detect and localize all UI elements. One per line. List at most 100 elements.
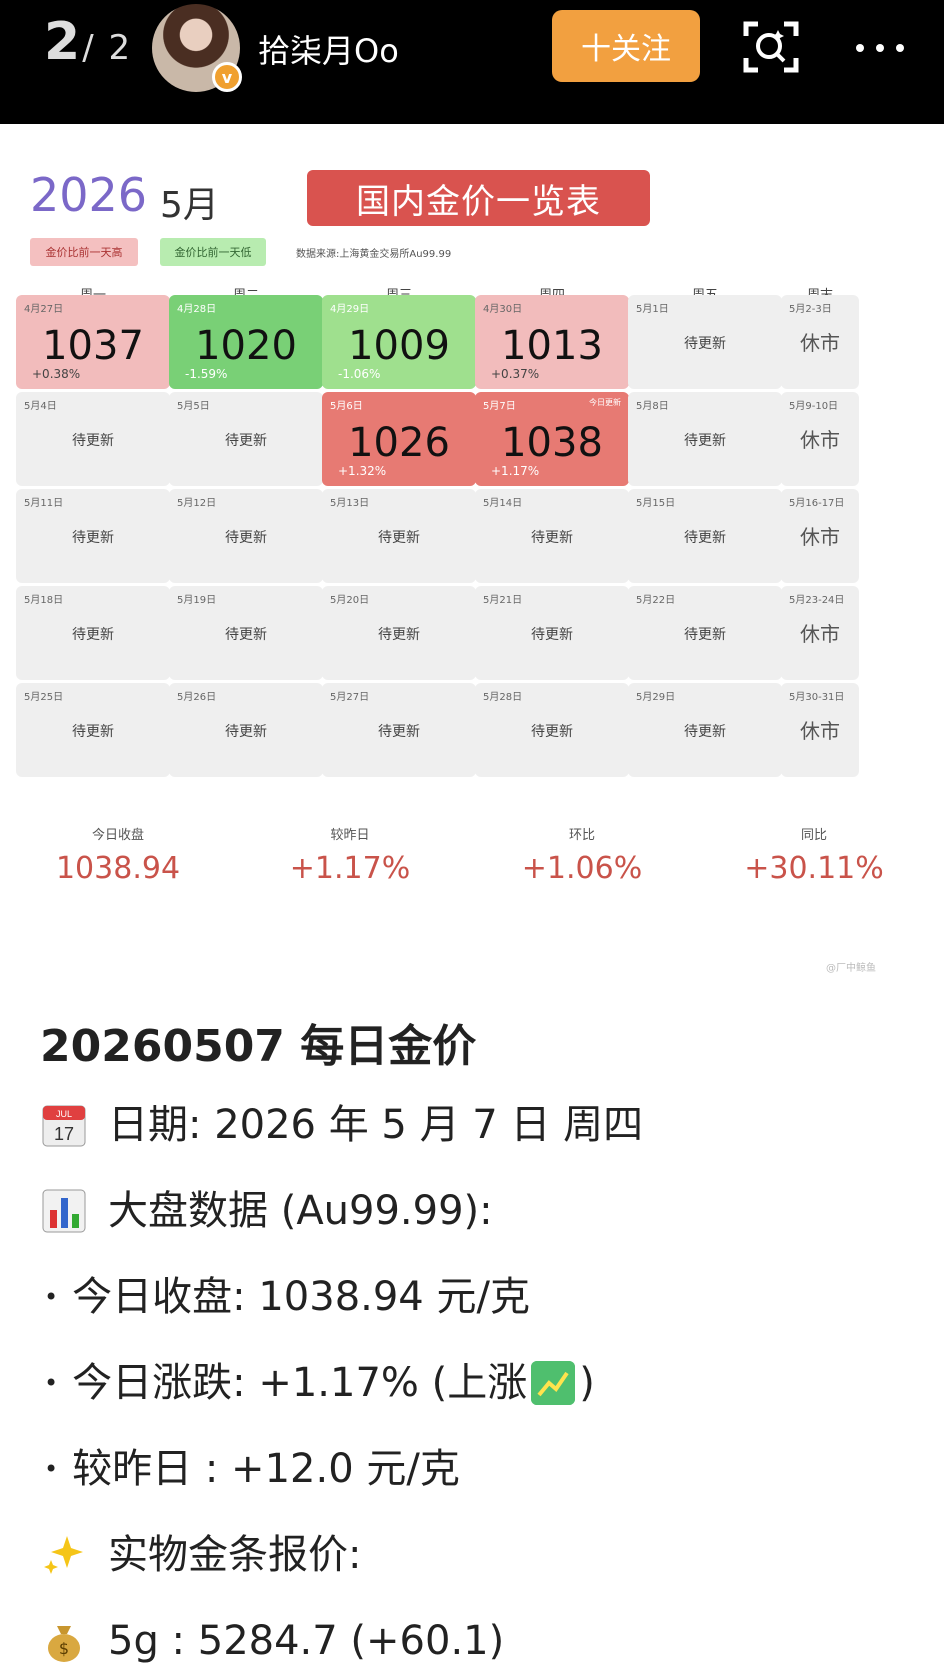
bar-chart-icon: [40, 1187, 88, 1235]
day-date: 4月30日: [483, 304, 523, 315]
market-text: 大盘数据 (Au99.99):: [108, 1188, 493, 1234]
vs-yesterday-line: • 较昨日 : +12.0 元/克: [40, 1426, 920, 1512]
day-cell: 5月13日 待更新: [322, 489, 476, 583]
day-date: 5月4日: [24, 401, 57, 412]
day-cell: 5月14日待更新: [475, 489, 629, 583]
pending-label: 待更新: [684, 627, 726, 643]
pending-label: 待更新: [72, 627, 114, 643]
scan-icon[interactable]: [742, 20, 800, 74]
day-date: 5月1日: [636, 304, 669, 315]
day-date: 5月23-24日: [789, 595, 845, 606]
bar-quote-text: 实物金条报价:: [108, 1532, 362, 1578]
market-closed-label: 休市: [800, 719, 840, 743]
chart-up-icon: [531, 1361, 576, 1405]
close-line: • 今日收盘: 1038.94 元/克: [40, 1254, 920, 1340]
day-date: 5月16-17日: [789, 498, 845, 509]
pending-label: 待更新: [684, 724, 726, 740]
day-date: 5月15日: [636, 498, 676, 509]
svg-text:$: $: [59, 1639, 69, 1658]
day-date: 5月14日: [483, 498, 523, 509]
day-cell: 5月21日待更新: [475, 586, 629, 680]
money-bag-icon: $: [40, 1617, 88, 1665]
day-cell: 4月29日 1009 -1.06%: [322, 295, 476, 389]
summary-stat: 环比 +1.06%: [482, 824, 682, 886]
follow-button[interactable]: 十关注: [552, 10, 700, 82]
calendar-icon: JUL 17: [40, 1101, 88, 1149]
day-cell: 4月27日 1037 +0.38%: [16, 295, 170, 389]
day-price: 1037: [42, 323, 144, 369]
day-date: 5月21日: [483, 595, 523, 606]
verified-badge: v: [212, 62, 242, 92]
day-change: +0.37%: [491, 367, 540, 381]
bar-quote-line: 实物金条报价:: [40, 1512, 920, 1598]
day-change: +1.32%: [338, 464, 387, 478]
more-icon[interactable]: [850, 28, 910, 68]
pending-label: 待更新: [225, 724, 267, 740]
day-date: 5月6日: [330, 401, 363, 412]
pending-label: 待更新: [531, 530, 573, 546]
legend-low: 金价比前一天低: [160, 238, 266, 266]
day-cell: 5月25日待更新: [16, 683, 170, 777]
day-date: 5月7日: [483, 401, 516, 412]
day-change: -1.06%: [338, 367, 381, 381]
pending-label: 待更新: [225, 627, 267, 643]
market-closed-label: 休市: [800, 331, 840, 355]
pending-label: 待更新: [531, 627, 573, 643]
market-closed-label: 休市: [800, 622, 840, 646]
day-date: 5月27日: [330, 692, 370, 703]
day-price: 1013: [501, 323, 603, 369]
day-date: 5月29日: [636, 692, 676, 703]
day-price: 1026: [348, 420, 450, 466]
market-line: 大盘数据 (Au99.99):: [40, 1168, 920, 1254]
day-cell: 5月5日 待更新: [169, 392, 323, 486]
pending-label: 待更新: [378, 724, 420, 740]
page-current: 2: [44, 12, 83, 72]
day-change: +0.38%: [32, 367, 81, 381]
stat-value: 1038.94: [55, 851, 181, 886]
day-cell: 5月15日 待更新: [628, 489, 782, 583]
pending-label: 待更新: [72, 530, 114, 546]
day-cell: 5月28日待更新: [475, 683, 629, 777]
stat-label: 同比: [800, 828, 827, 843]
change-line: • 今日涨跌: +1.17% (上涨 ): [40, 1340, 920, 1426]
pending-label: 待更新: [72, 724, 114, 740]
page-counter: 2/ 2: [44, 12, 132, 72]
day-date: 5月25日: [24, 692, 64, 703]
day-cell: 5月9-10日 休市: [781, 392, 859, 486]
day-cell: 5月4日 待更新: [16, 392, 170, 486]
sparkles-icon: [40, 1531, 88, 1579]
username[interactable]: 拾柒月Oo: [258, 26, 399, 72]
day-date: 5月9-10日: [789, 401, 839, 412]
day-cell: 5月6日 1026 +1.32%: [322, 392, 476, 486]
date-line: JUL 17 日期: 2026 年 5 月 7 日 周四: [40, 1082, 920, 1168]
day-date: 5月28日: [483, 692, 523, 703]
day-cell: 5月1日 待更新: [628, 295, 782, 389]
pending-label: 待更新: [684, 433, 726, 449]
day-cell: 5月2-3日 休市: [781, 295, 859, 389]
pending-label: 待更新: [531, 724, 573, 740]
day-cell: 5月30-31日 休市: [781, 683, 859, 777]
day-cell: 5月8日 待更新: [628, 392, 782, 486]
bullet: •: [44, 1283, 59, 1311]
g5-text: 5g : 5284.7 (+60.1): [108, 1618, 505, 1664]
vs-yesterday-text: 较昨日 : +12.0 元/克: [72, 1446, 460, 1492]
legend-high: 金价比前一天高: [30, 238, 138, 266]
day-change: +1.17%: [491, 464, 540, 478]
day-date: 5月22日: [636, 595, 676, 606]
summary-stat: 今日收盘 1038.94: [18, 824, 218, 886]
stat-value: +1.17%: [289, 851, 411, 886]
day-date: 4月28日: [177, 304, 217, 315]
day-cell: 4月28日 1020 -1.59%: [169, 295, 323, 389]
g5-line: $ 5g : 5284.7 (+60.1): [40, 1598, 920, 1677]
pending-label: 待更新: [225, 530, 267, 546]
day-cell: 5月23-24日休市: [781, 586, 859, 680]
pending-label: 待更新: [225, 433, 267, 449]
bullet: •: [44, 1455, 59, 1483]
today-tag: 今日更新: [589, 398, 621, 407]
gold-price-calendar: 2026 5月 国内金价一览表 金价比前一天高 金价比前一天低 数据来源:上海黄…: [0, 124, 944, 984]
day-date: 5月18日: [24, 595, 64, 606]
calendar-title: 国内金价一览表: [307, 170, 650, 226]
day-price: 1009: [348, 323, 450, 369]
summary-stat: 较昨日 +1.17%: [250, 824, 450, 886]
day-cell: 5月16-17日 休市: [781, 489, 859, 583]
